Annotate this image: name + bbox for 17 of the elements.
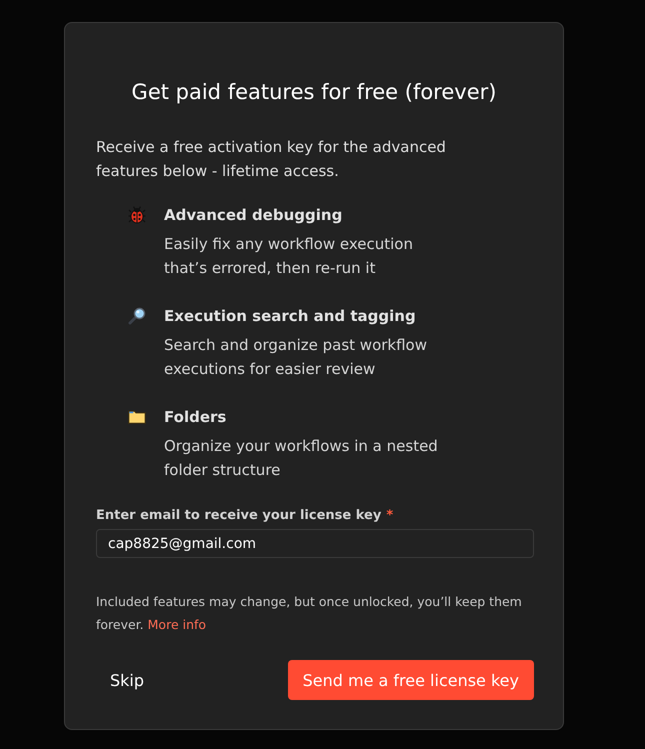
dialog-title: Get paid features for free (forever) [130,79,498,106]
required-asterisk: * [386,507,394,525]
ladybug-icon [128,206,146,224]
folder-icon [128,410,146,424]
feature-description: Easily fix any workflow execution that’s errored, then re-run it [164,234,414,279]
email-input[interactable]: cap8825@gmail.com [96,529,534,558]
email-label: Enter email to receive your license key [96,507,382,525]
skip-button[interactable]: Skip [96,660,158,700]
more-info-link[interactable]: More info [148,617,206,632]
feature-title: Advanced debugging [164,205,344,226]
feature-title: Folders [164,407,228,428]
note-text: Included features may change, but once unlocked, you’ll keep them forever. More info [96,593,523,634]
feature-description: Search and organize past workflow executions for easier review [164,335,428,380]
magnifier-icon [128,307,146,325]
intro-text: Receive a free activation key for the advanced features below - lifetime access. [96,137,447,182]
feature-title: Execution search and tagging [164,306,417,327]
feature-description: Organize your workflows in a nested folder structure [164,436,439,481]
